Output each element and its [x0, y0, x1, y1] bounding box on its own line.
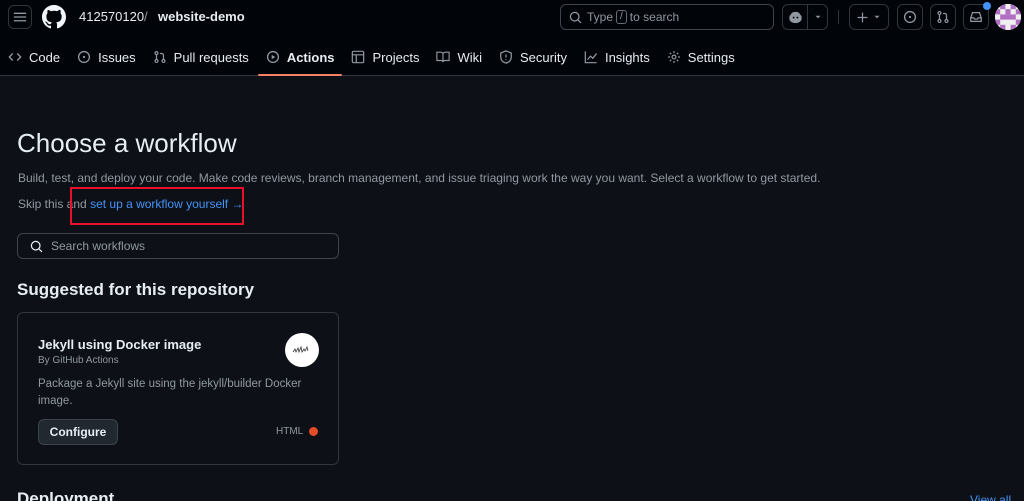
workflow-card-author: By GitHub Actions	[38, 355, 119, 366]
tab-label: Insights	[604, 49, 650, 65]
plus-icon	[857, 12, 868, 22]
tab-label: Wiki	[457, 49, 482, 65]
tab-code[interactable]: Code	[0, 40, 68, 74]
issue-opened-icon	[77, 50, 91, 64]
tab-wiki[interactable]: Wiki	[428, 40, 490, 74]
tab-issues[interactable]: Issues	[69, 40, 144, 74]
breadcrumb-separator: /	[144, 9, 148, 24]
pull-requests-button[interactable]	[930, 4, 956, 30]
tab-projects[interactable]: Projects	[343, 40, 427, 74]
github-mark-icon	[42, 5, 66, 29]
create-new-button[interactable]	[849, 4, 889, 30]
git-pull-request-icon	[153, 50, 167, 64]
tab-actions[interactable]: Actions	[257, 40, 343, 76]
tab-label: Actions	[286, 49, 335, 65]
page-description: Build, test, and deploy your code. Make …	[18, 171, 821, 185]
inbox-icon	[970, 12, 982, 22]
shield-icon	[499, 50, 513, 64]
tab-settings[interactable]: Settings	[659, 40, 743, 74]
language-indicator: HTML	[276, 426, 319, 437]
play-icon	[266, 50, 280, 64]
search-icon	[569, 11, 582, 23]
language-color-dot	[309, 427, 319, 436]
copilot-button[interactable]	[782, 4, 808, 30]
global-search-input[interactable]: Type / to search	[560, 4, 774, 30]
repo-name-link[interactable]: website-demo	[158, 9, 245, 24]
copilot-dropdown-button[interactable]	[807, 4, 828, 30]
highlight-annotation-box	[70, 187, 244, 225]
view-all-link[interactable]: View all	[970, 493, 1011, 501]
table-icon	[351, 50, 365, 64]
tab-label: Issues	[98, 49, 136, 65]
workflow-card-description: Package a Jekyll site using the jekyll/b…	[38, 378, 302, 407]
top-bar: 412570120 / website-demo Type / to searc…	[0, 0, 1024, 36]
tab-label: Security	[520, 49, 567, 65]
issues-button[interactable]	[897, 4, 923, 30]
menu-button[interactable]	[8, 5, 32, 29]
github-logo[interactable]	[42, 5, 66, 29]
tab-label: Settings	[687, 49, 735, 65]
tab-security[interactable]: Security	[491, 40, 575, 74]
gear-icon	[667, 50, 681, 64]
suggested-heading: Suggested for this repository	[17, 280, 255, 299]
search-suffix-text: to search	[629, 10, 680, 24]
divider	[838, 10, 839, 24]
language-label: HTML	[276, 426, 304, 437]
issue-opened-icon	[903, 10, 917, 24]
hamburger-icon	[13, 12, 27, 22]
search-shortcut-key: /	[616, 10, 627, 24]
tab-insights[interactable]: Insights	[576, 40, 658, 74]
triangle-down-icon	[874, 15, 880, 19]
tab-label: Pull requests	[173, 49, 249, 65]
configure-button[interactable]: Configure	[38, 419, 118, 445]
tab-pull-requests[interactable]: Pull requests	[145, 40, 257, 74]
page-title: Choose a workflow	[17, 128, 237, 158]
book-icon	[436, 50, 451, 64]
notification-dot	[983, 2, 991, 10]
search-workflows-input[interactable]: Search workflows	[17, 233, 339, 259]
repo-owner-link[interactable]: 412570120	[79, 9, 144, 24]
graph-icon	[584, 50, 598, 64]
app-header: 412570120 / website-demo Type / to searc…	[0, 0, 1024, 76]
copilot-icon	[788, 11, 802, 23]
user-avatar[interactable]	[995, 4, 1021, 30]
identicon-icon	[995, 4, 1021, 30]
git-pull-request-icon	[937, 10, 949, 24]
jekyll-logo-icon	[285, 333, 319, 367]
deployment-heading: Deployment	[17, 489, 115, 501]
tab-label: Projects	[372, 49, 420, 65]
repo-nav-tabs: Code Issues Pull requests Actions Projec…	[0, 40, 744, 76]
search-icon	[30, 240, 43, 252]
search-workflows-placeholder: Search workflows	[51, 239, 146, 253]
code-icon	[8, 50, 22, 64]
workflow-card: Jekyll using Docker image By GitHub Acti…	[17, 312, 339, 465]
workflow-card-title: Jekyll using Docker image	[38, 337, 202, 352]
triangle-down-icon	[815, 15, 820, 19]
search-prefix-text: Type	[587, 10, 614, 24]
tab-label: Code	[29, 49, 61, 65]
